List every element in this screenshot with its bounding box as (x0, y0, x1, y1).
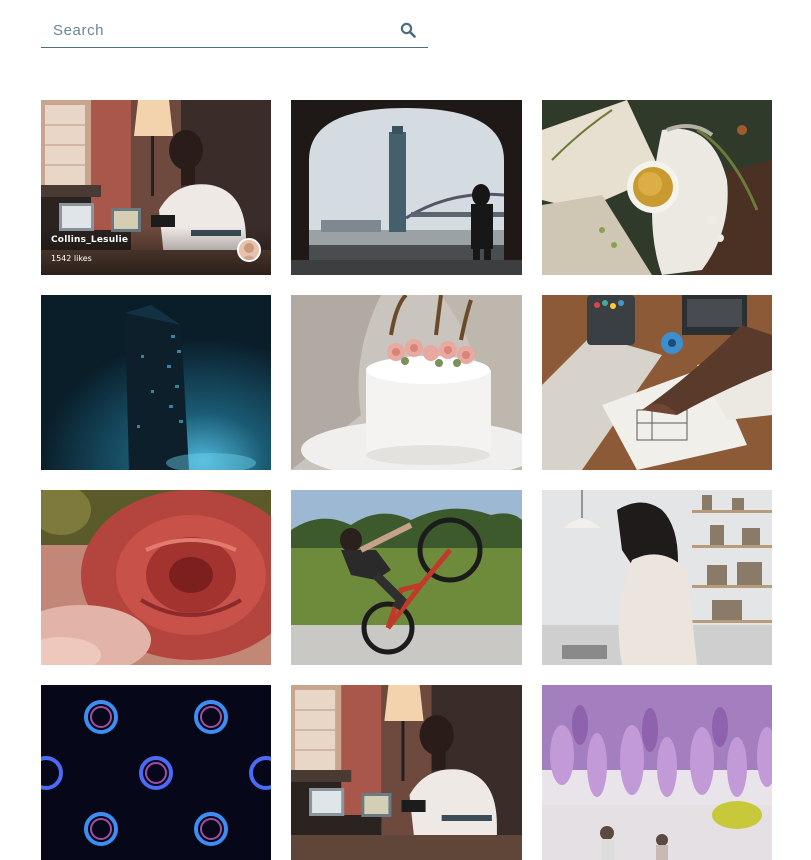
photo-card[interactable] (291, 685, 522, 860)
photo-card[interactable]: Collins_Lesulie 1542 likes (41, 100, 271, 275)
photo-likes-count: 1542 likes (51, 254, 92, 263)
photo-bmx-wheelie (291, 490, 522, 665)
photo-red-rose (41, 490, 271, 665)
photo-card[interactable] (291, 295, 522, 470)
photo-card[interactable] (41, 685, 271, 860)
photo-info-overlay: Collins_Lesulie 1542 likes (41, 227, 271, 275)
photo-man-at-desk (291, 685, 522, 860)
photo-glowing-rings (41, 685, 271, 860)
photo-card[interactable] (41, 490, 271, 665)
photo-grid: Collins_Lesulie 1542 likes (41, 100, 772, 860)
photo-hand-drawing (542, 295, 772, 470)
photo-card[interactable] (542, 490, 772, 665)
search-icon[interactable] (400, 22, 416, 38)
search-bar (41, 14, 428, 48)
photo-card[interactable] (291, 100, 522, 275)
photo-purple-wisteria (542, 685, 772, 860)
photo-woman-shelves (542, 490, 772, 665)
avatar[interactable] (237, 238, 261, 262)
photo-card[interactable] (41, 295, 271, 470)
photo-card[interactable] (542, 685, 772, 860)
photo-card[interactable] (291, 490, 522, 665)
photo-city-tower-arch (291, 100, 522, 275)
photo-card[interactable] (542, 295, 772, 470)
search-input[interactable] (41, 14, 393, 47)
photo-skyscraper-night (41, 295, 271, 470)
photo-username[interactable]: Collins_Lesulie (51, 235, 128, 245)
photo-tea-cup (542, 100, 772, 275)
photo-card[interactable] (542, 100, 772, 275)
photo-white-cake (291, 295, 522, 470)
